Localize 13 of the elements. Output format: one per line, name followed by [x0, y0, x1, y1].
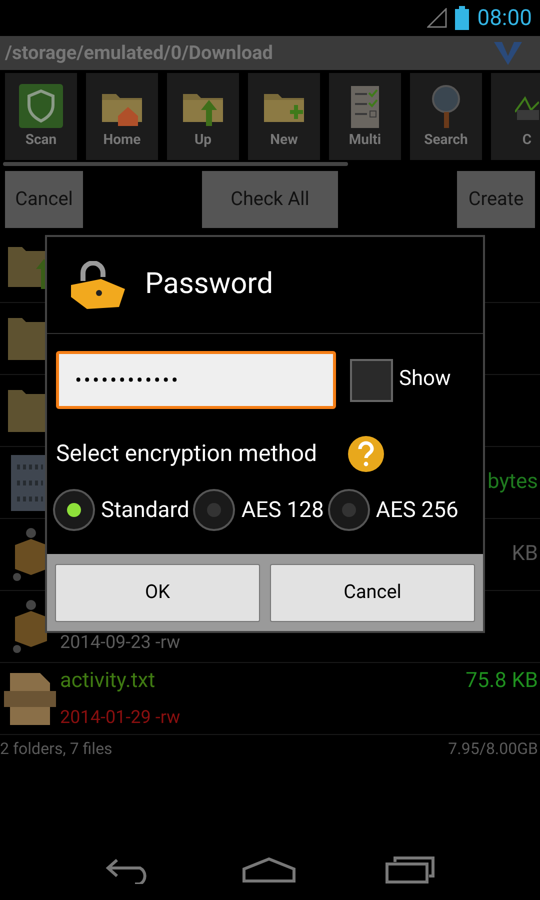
storage-usage: 7.95/8.00GB: [448, 738, 538, 760]
file-size: KB: [512, 540, 538, 568]
file-size: bytes: [488, 468, 538, 496]
path-text: /storage/emulated/0/Download: [5, 40, 273, 66]
show-label: Show: [399, 366, 451, 394]
file-size: 75.8 KB: [466, 668, 538, 696]
file-date: 2014-01-29 -rw: [60, 706, 180, 730]
dialog-title: Password: [145, 266, 274, 304]
clock-time: 08:00: [477, 4, 532, 32]
file-date: 2014-09-23 -rw: [60, 631, 180, 655]
method-label: Select encryption method: [56, 438, 317, 469]
item-count: 2 folders, 7 files: [0, 738, 112, 760]
file-name: activity.txt: [60, 668, 156, 696]
